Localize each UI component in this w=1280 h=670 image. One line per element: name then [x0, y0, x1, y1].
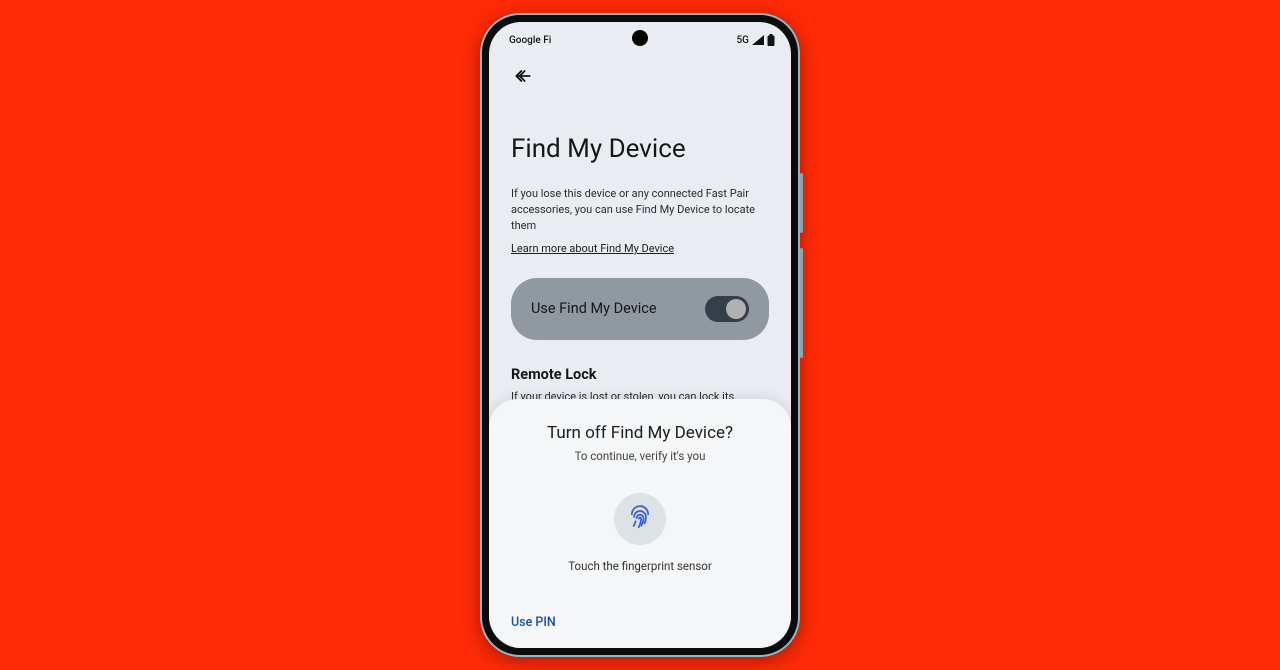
fingerprint-icon [627, 504, 653, 534]
status-right: 5G [737, 34, 776, 46]
phone-screen: Google Fi 5G Find My Device If you lose … [489, 22, 791, 648]
front-camera [632, 30, 648, 46]
use-find-my-device-row[interactable]: Use Find My Device [511, 278, 769, 340]
signal-icon [752, 35, 764, 45]
sheet-title: Turn off Find My Device? [511, 423, 769, 443]
page-title: Find My Device [511, 134, 769, 164]
sheet-subtitle: To continue, verify it's you [511, 449, 769, 463]
arrow-left-icon [513, 66, 533, 90]
fingerprint-hint: Touch the fingerprint sensor [511, 559, 769, 573]
battery-icon [767, 34, 775, 46]
toggle-label: Use Find My Device [531, 300, 657, 317]
remote-lock-heading: Remote Lock [511, 366, 769, 383]
carrier-label: Google Fi [509, 35, 551, 46]
biometric-bottom-sheet: Turn off Find My Device? To continue, ve… [489, 399, 791, 648]
learn-more-link[interactable]: Learn more about Find My Device [511, 242, 674, 255]
network-label: 5G [737, 35, 750, 46]
page-description: If you lose this device or any connected… [511, 186, 769, 234]
phone-frame: Google Fi 5G Find My Device If you lose … [480, 13, 800, 657]
use-pin-button[interactable]: Use PIN [511, 615, 769, 630]
back-button[interactable] [511, 66, 535, 90]
use-find-my-device-switch[interactable] [705, 296, 749, 322]
fingerprint-sensor[interactable] [614, 493, 666, 545]
